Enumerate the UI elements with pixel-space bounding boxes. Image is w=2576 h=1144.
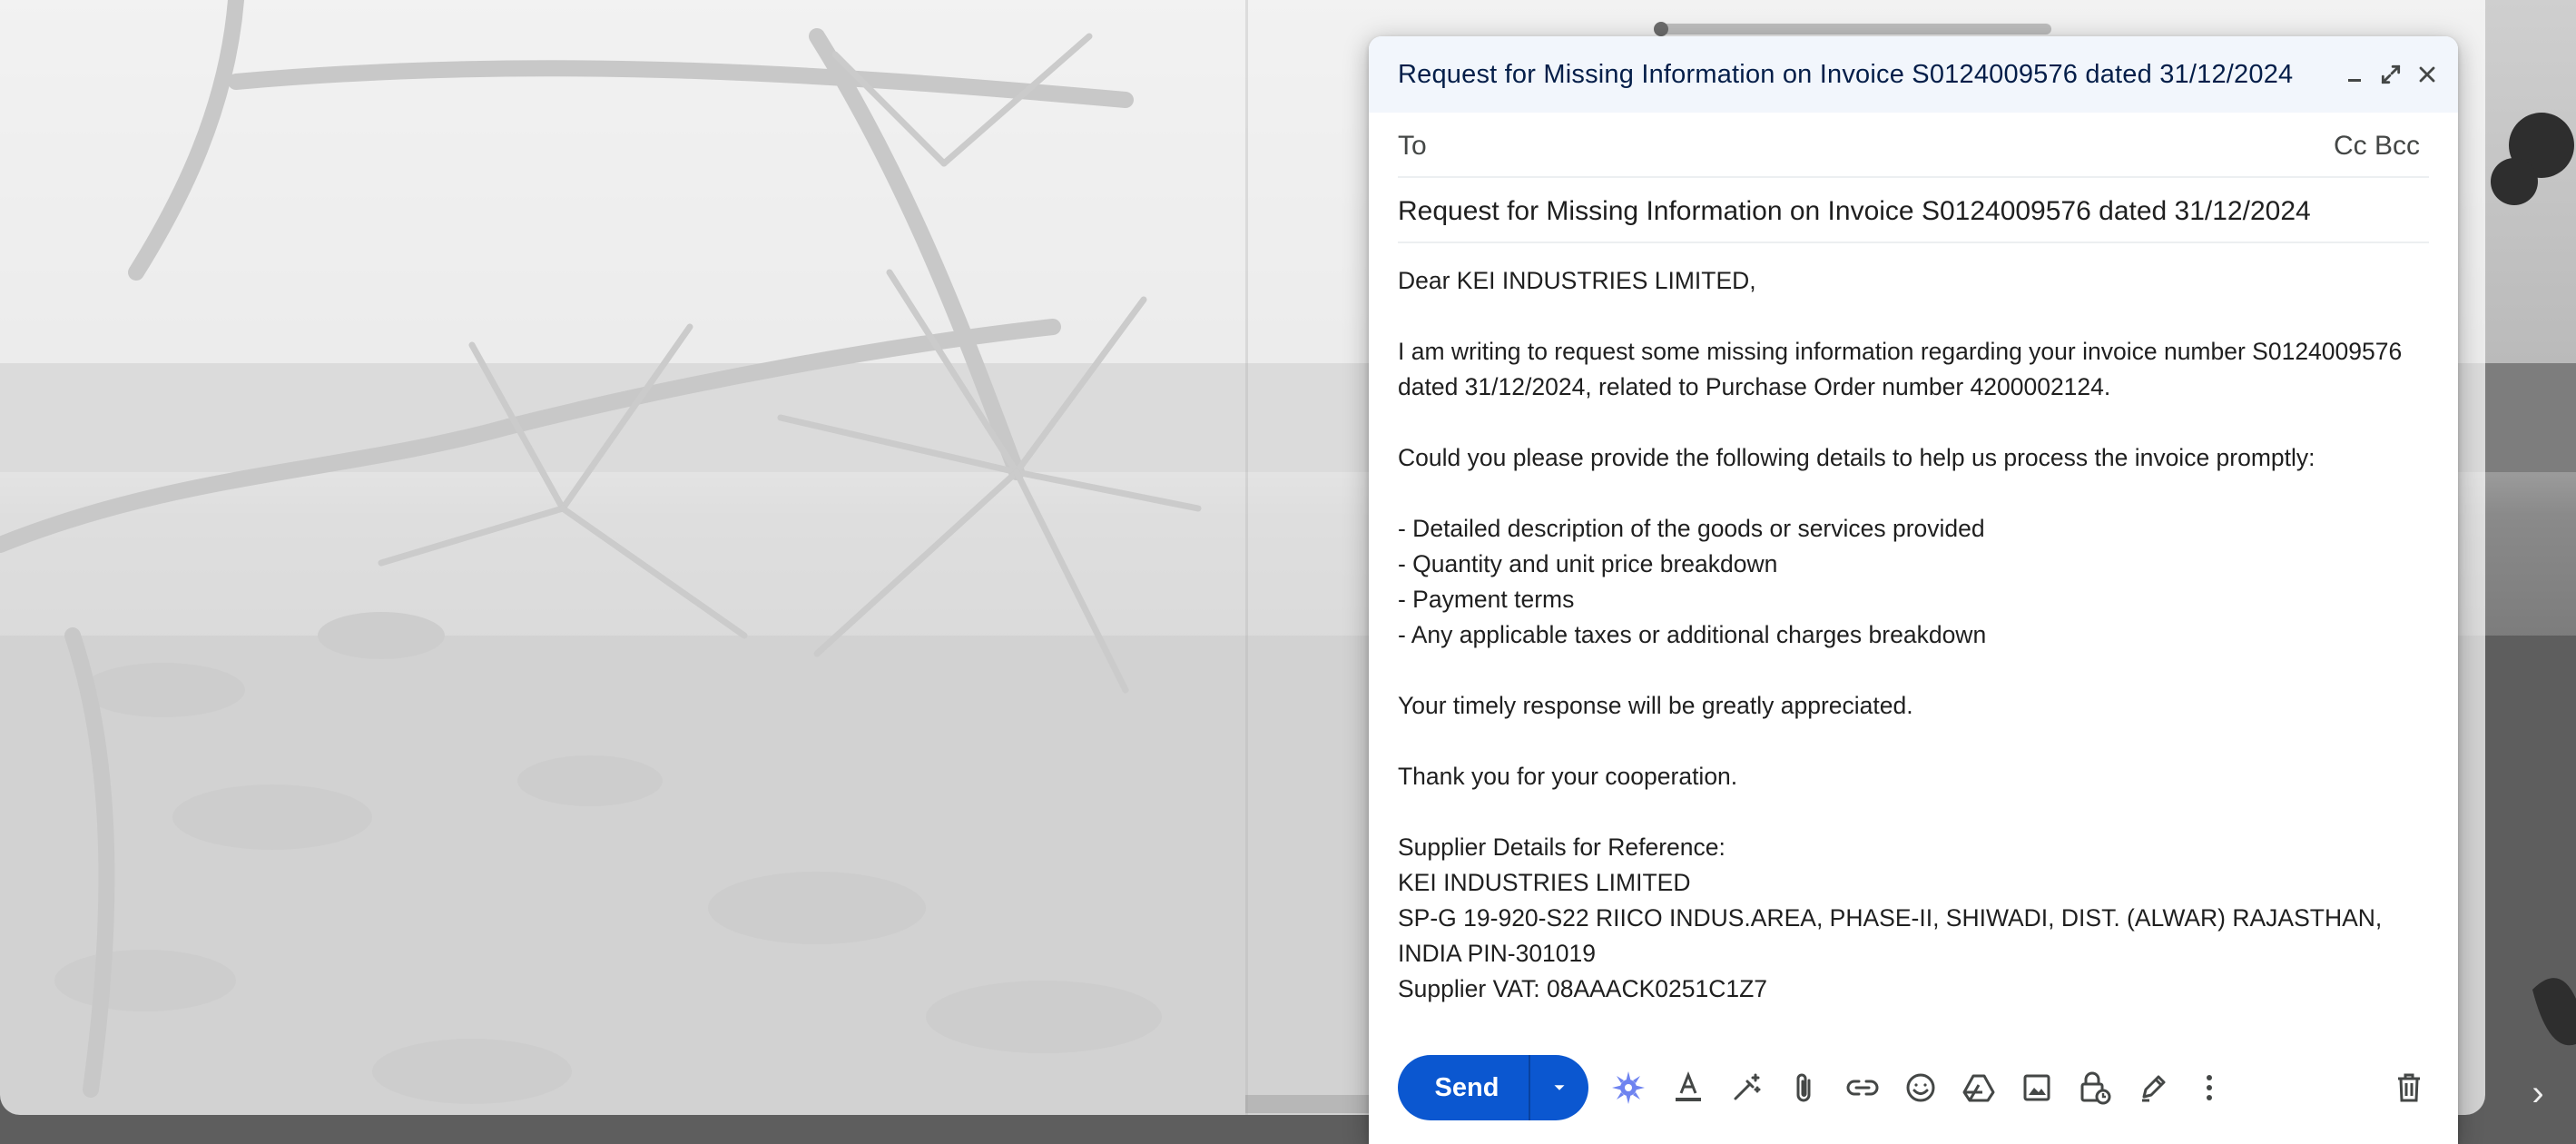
- body-list-item: - Detailed description of the goods or s…: [1398, 515, 1985, 542]
- emoji-icon[interactable]: [1903, 1070, 1939, 1106]
- compose-window: Request for Missing Information on Invoi…: [1369, 36, 2458, 1144]
- body-list-item: - Any applicable taxes or additional cha…: [1398, 621, 1987, 648]
- send-button-group: Send: [1398, 1055, 1588, 1120]
- compose-window-title[interactable]: Request for Missing Information on Invoi…: [1398, 58, 2293, 91]
- attach-icon[interactable]: [1786, 1070, 1823, 1106]
- signature-icon[interactable]: [2135, 1070, 2171, 1106]
- body-paragraph-4: Thank you for your cooperation.: [1398, 763, 1738, 790]
- body-paragraph-2: Could you please provide the following d…: [1398, 444, 2315, 471]
- send-button[interactable]: Send: [1398, 1055, 1529, 1120]
- photo-icon[interactable]: [2019, 1070, 2055, 1106]
- to-field[interactable]: To Cc Bcc: [1398, 113, 2429, 178]
- horizontal-scrollbar[interactable]: [1245, 1095, 1372, 1113]
- formatting-icon[interactable]: [1670, 1070, 1706, 1106]
- cc-bcc-link[interactable]: Cc Bcc: [2334, 129, 2420, 163]
- subject-field[interactable]: Request for Missing Information on Invoi…: [1398, 178, 2429, 243]
- body-list-item: - Payment terms: [1398, 586, 1575, 613]
- body-paragraph-1-line-1: I am writing to request some missing inf…: [1398, 338, 2403, 365]
- link-icon[interactable]: [1844, 1070, 1881, 1106]
- minimize-icon[interactable]: [2336, 56, 2373, 93]
- compose-header: Request for Missing Information on Invoi…: [1369, 36, 2458, 113]
- body-paragraph-3: Your timely response will be greatly app…: [1398, 692, 1913, 719]
- pane-divider: [1245, 0, 1248, 1115]
- top-scroll-thumb[interactable]: [1654, 22, 1668, 36]
- confidential-mode-icon[interactable]: [2077, 1070, 2113, 1106]
- subject-input[interactable]: Request for Missing Information on Invoi…: [1398, 194, 2311, 229]
- supplier-name: KEI INDUSTRIES LIMITED: [1398, 869, 1691, 896]
- supplier-vat: Supplier VAT: 08AAACK0251C1Z7: [1398, 975, 1768, 1002]
- supplier-address-line-2: INDIA PIN-301019: [1398, 940, 1597, 967]
- body-list-item: - Quantity and unit price breakdown: [1398, 550, 1778, 577]
- more-options-icon[interactable]: [2191, 1070, 2227, 1106]
- send-options-icon[interactable]: [1530, 1055, 1588, 1120]
- to-label[interactable]: To: [1398, 129, 1427, 163]
- body-greeting: Dear KEI INDUSTRIES LIMITED,: [1398, 267, 1756, 294]
- top-scroll-track[interactable]: [1656, 24, 2051, 35]
- body-paragraph-1-line-2: dated 31/12/2024, related to Purchase Or…: [1398, 373, 2111, 400]
- expand-icon[interactable]: [2373, 56, 2409, 93]
- magic-pen-icon[interactable]: [1728, 1070, 1765, 1106]
- ai-sparkle-icon[interactable]: [1610, 1070, 1647, 1106]
- message-body[interactable]: Dear KEI INDUSTRIES LIMITED, I am writin…: [1398, 263, 2429, 1053]
- supplier-address-line-1: SP-G 19-920-S22 RIICO INDUS.AREA, PHASE-…: [1398, 904, 2383, 932]
- discard-icon[interactable]: [2391, 1070, 2427, 1106]
- compose-toolbar: Send: [1369, 1051, 2458, 1142]
- drive-icon[interactable]: [1961, 1070, 1997, 1106]
- supplier-heading: Supplier Details for Reference:: [1398, 833, 1726, 861]
- close-icon[interactable]: [2409, 56, 2445, 93]
- next-arrow-icon[interactable]: ›: [2523, 1075, 2552, 1111]
